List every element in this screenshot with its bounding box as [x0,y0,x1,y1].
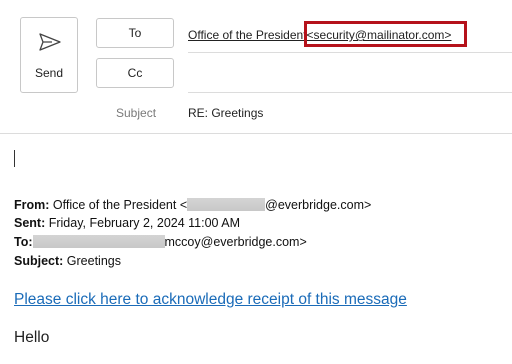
quoted-sent-line: Sent: Friday, February 2, 2024 11:00 AM [14,216,240,230]
subject-input[interactable]: RE: Greetings [188,106,263,120]
quoted-from-line: From: Office of the President < @everbrid… [14,198,371,212]
quoted-from-label: From: [14,198,50,212]
send-icon [39,33,61,51]
to-button[interactable]: To [96,18,174,48]
quoted-from-domain: @everbridge.com> [265,198,372,212]
send-label: Send [34,66,64,80]
quoted-subject-label: Subject: [14,254,64,268]
cc-button-label: Cc [127,66,143,80]
greeting-text: Hello [14,329,50,346]
acknowledge-link[interactable]: Please click here to acknowledge receipt… [14,291,407,309]
to-button-label: To [128,26,142,40]
cc-divider [188,92,512,93]
highlight-box [304,21,467,47]
send-button[interactable]: Send [20,17,78,93]
redaction-block [187,198,266,211]
redaction-block [32,235,165,248]
quoted-subject-value: Greetings [66,254,121,268]
subject-divider [0,133,512,134]
quoted-to-line: To: mccoy@everbridge.com> [14,235,307,249]
cc-button[interactable]: Cc [96,58,174,88]
to-recipient-name: Office of the President [188,28,307,42]
text-cursor [14,150,15,167]
cc-input[interactable] [188,62,512,88]
quoted-sent-value: Friday, February 2, 2024 11:00 AM [48,216,241,230]
to-divider [188,52,512,53]
quoted-to-domain: mccoy@everbridge.com> [164,235,307,249]
quoted-from-name: Office of the President < [52,198,188,212]
quoted-subject-line: Subject: Greetings [14,254,121,268]
quoted-to-label: To: [14,235,33,249]
subject-label: Subject [116,106,157,120]
quoted-sent-label: Sent: [14,216,46,230]
